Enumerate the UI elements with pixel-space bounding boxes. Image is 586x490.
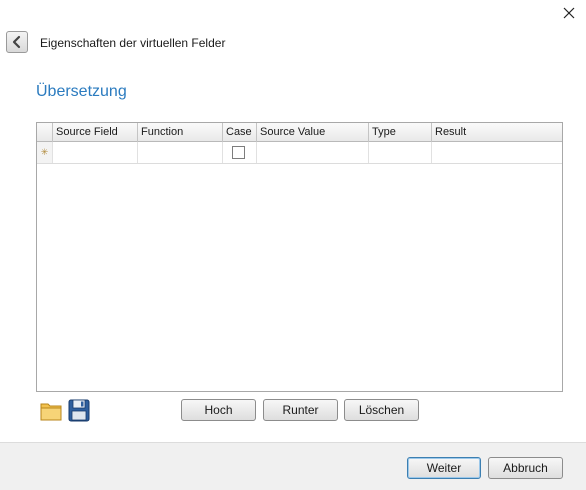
grid-header: Source Field Function Case Source Value … [37, 123, 562, 142]
column-header-source-value[interactable]: Source Value [257, 123, 369, 142]
folder-icon[interactable] [39, 397, 63, 423]
column-header-type[interactable]: Type [369, 123, 432, 142]
chevron-left-icon [12, 35, 21, 49]
cell-function[interactable] [138, 142, 223, 163]
table-row-new[interactable]: ✳ [37, 142, 562, 164]
dialog-title: Eigenschaften der virtuellen Felder [40, 36, 226, 50]
up-button[interactable]: Hoch [181, 399, 256, 421]
floppy-disk-icon[interactable] [67, 397, 91, 423]
down-button[interactable]: Runter [263, 399, 338, 421]
back-button[interactable] [6, 31, 28, 53]
cancel-button[interactable]: Abbruch [488, 457, 563, 479]
next-button[interactable]: Weiter [407, 457, 481, 479]
section-title: Übersetzung [36, 83, 127, 100]
cell-result[interactable] [432, 142, 562, 163]
row-header-corner [37, 123, 53, 142]
cell-type[interactable] [369, 142, 432, 163]
new-row-asterisk-icon: ✳ [37, 142, 53, 163]
cell-source-value[interactable] [257, 142, 369, 163]
case-checkbox[interactable] [232, 146, 245, 159]
cell-source-field[interactable] [53, 142, 138, 163]
translation-grid[interactable]: Source Field Function Case Source Value … [36, 122, 563, 392]
column-header-source-field[interactable]: Source Field [53, 123, 138, 142]
column-header-case[interactable]: Case [223, 123, 257, 142]
delete-button[interactable]: Löschen [344, 399, 419, 421]
column-header-function[interactable]: Function [138, 123, 223, 142]
cell-case[interactable] [223, 142, 257, 163]
column-header-result[interactable]: Result [432, 123, 562, 142]
close-icon[interactable] [561, 5, 577, 21]
